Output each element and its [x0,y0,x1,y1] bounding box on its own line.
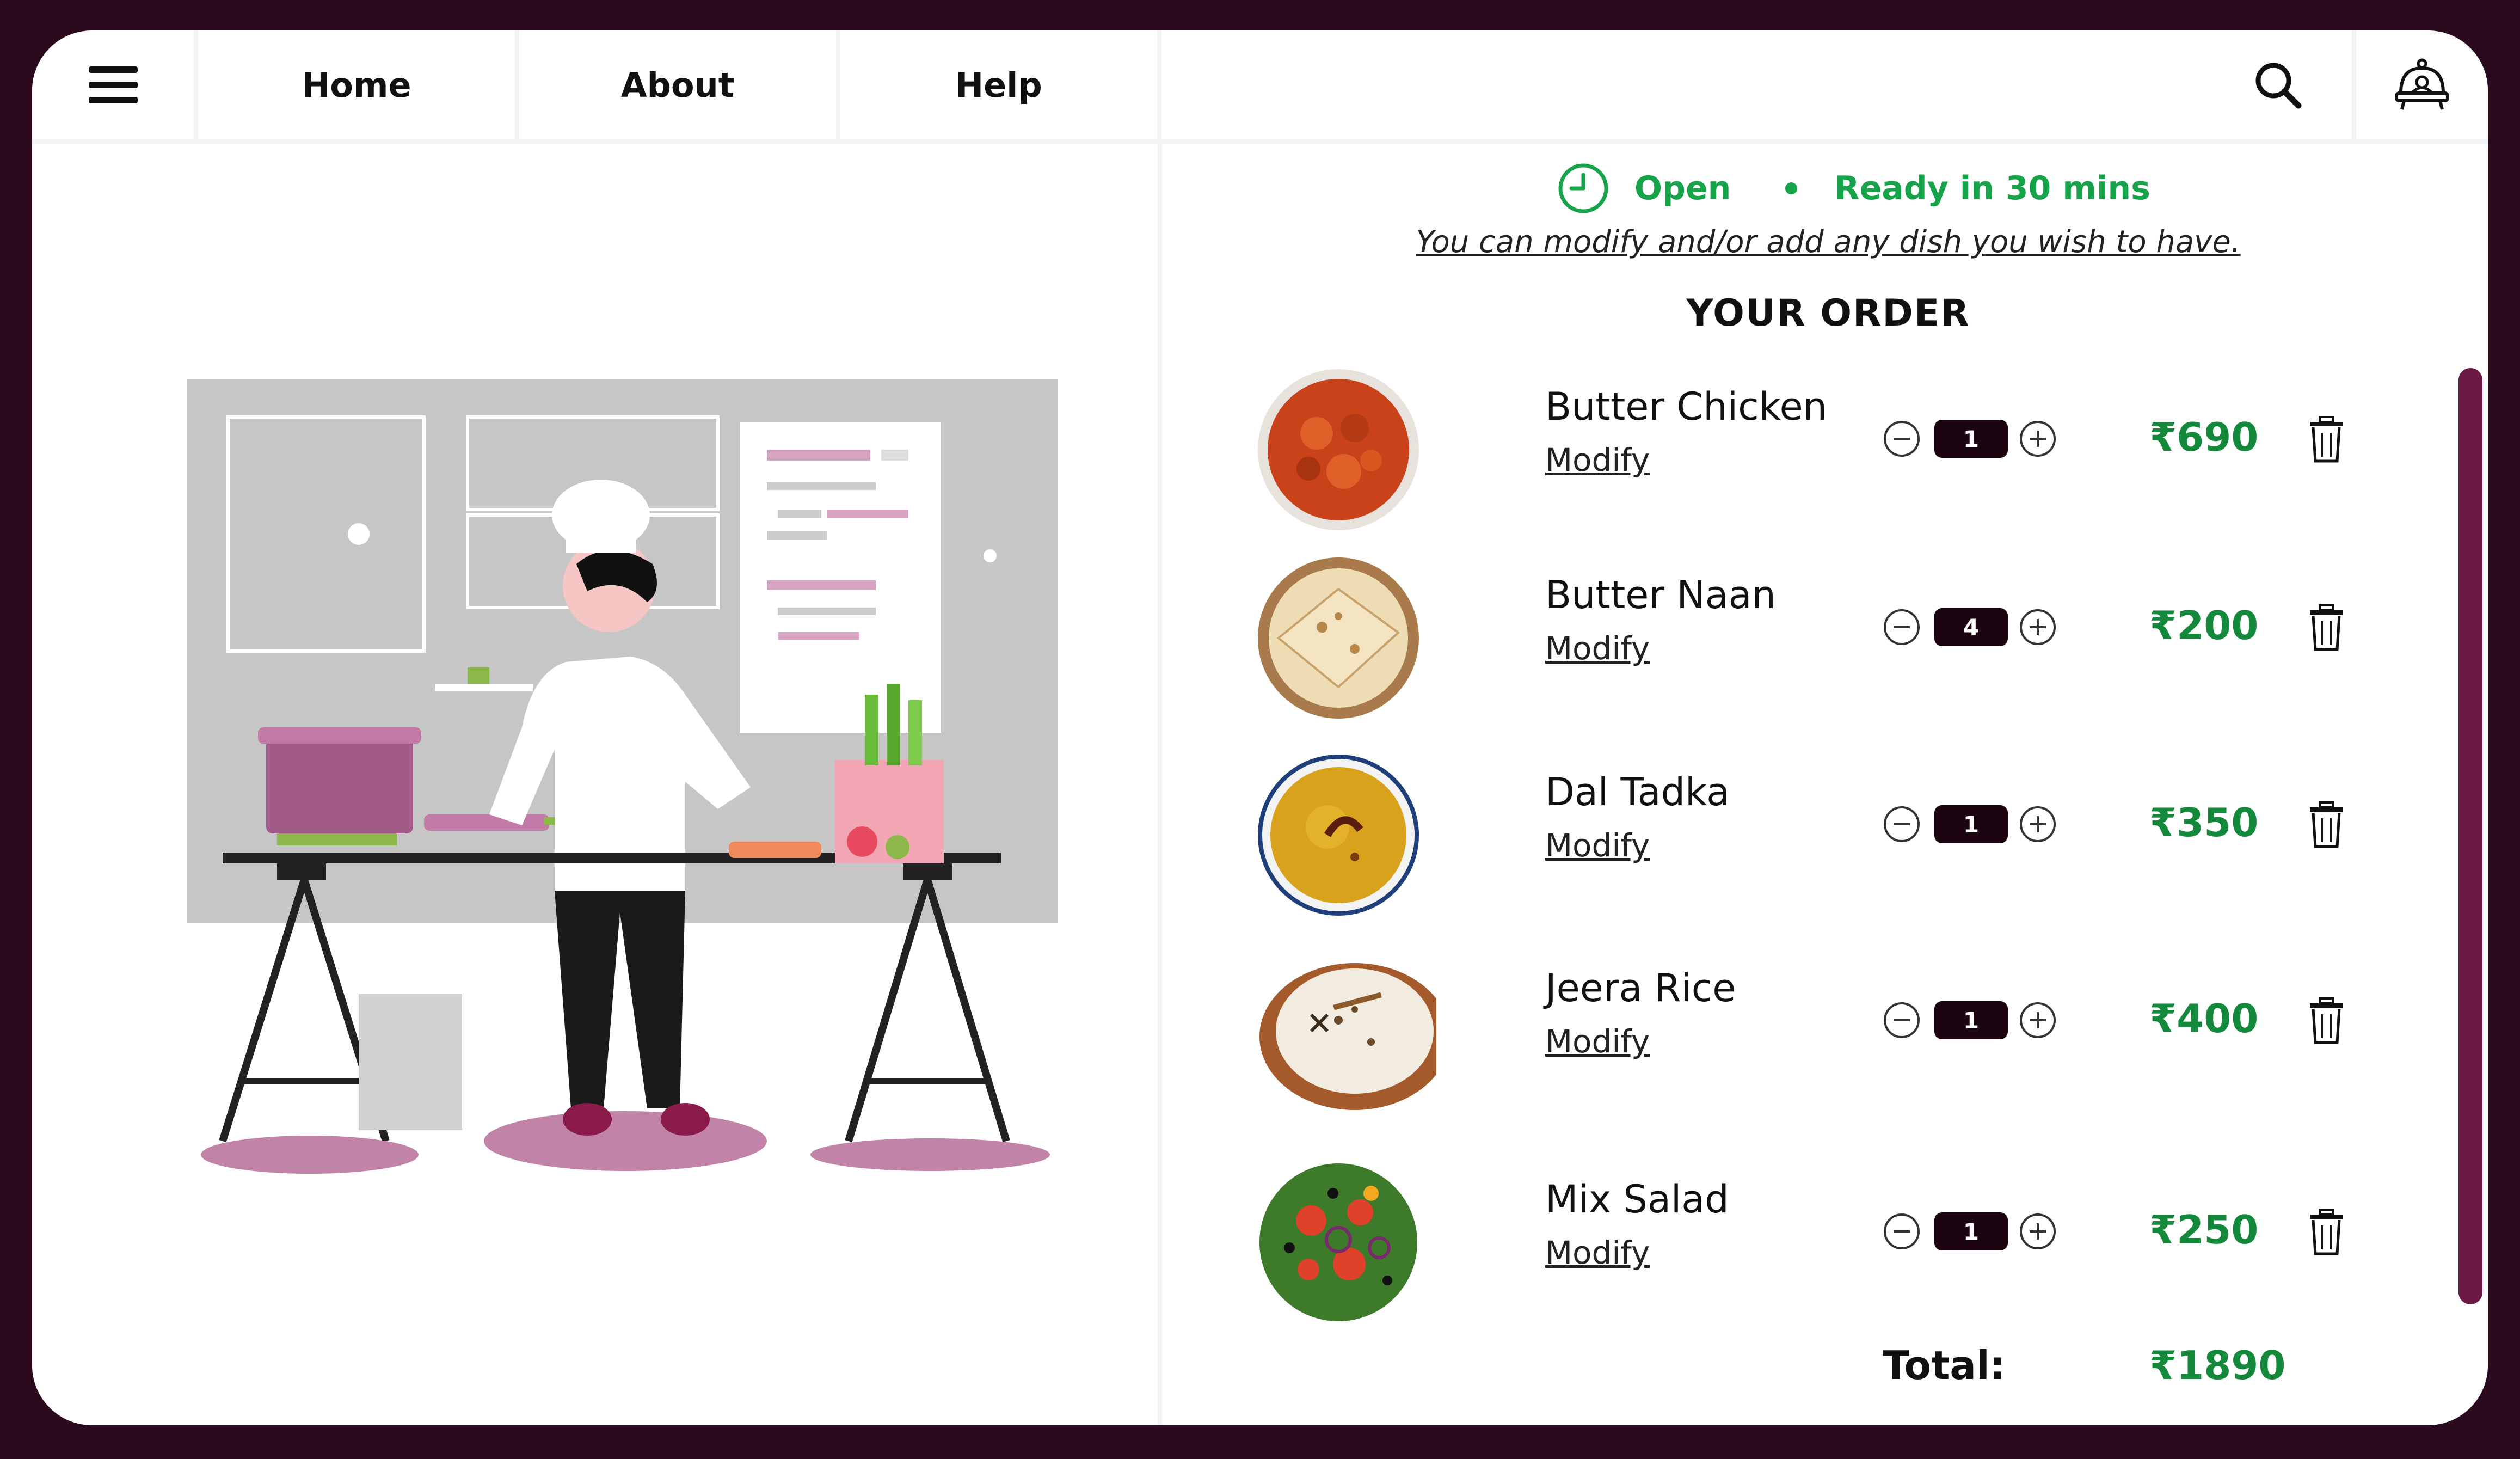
trash-icon[interactable] [2304,800,2348,849]
minus-circle-icon[interactable] [1883,420,1921,458]
trash-icon[interactable] [2304,603,2348,652]
butter-chicken-image [1258,369,1419,530]
modify-link[interactable]: Modify [1545,630,1650,667]
search-button[interactable] [2204,30,2356,139]
quantity-value: 1 [1934,1001,2008,1039]
order-title: YOUR ORDER [1686,292,1970,335]
order-item-butter-chicken: Butter Chicken Modify 1 ₹690 [1257,368,2373,542]
order-item-jeera-rice: Jeera Rice Modify 1 ₹400 [1257,949,2373,1124]
chef-bell-icon [2395,58,2449,110]
status-separator-dot [1785,182,1798,194]
chef-illustration [187,379,1058,1174]
plus-circle-icon[interactable] [2019,1212,2057,1250]
plus-circle-icon[interactable] [2019,608,2057,646]
plus-circle-icon[interactable] [2019,420,2057,458]
quantity-stepper: 1 [1883,417,2073,461]
minus-circle-icon[interactable] [1883,1212,1921,1250]
dal-tadka-image [1258,755,1419,916]
item-price: ₹690 [2149,414,2259,460]
app-screen: Home About Help Open Ready in 30 mins Yo… [32,30,2488,1425]
hamburger-menu-icon [88,66,138,103]
item-name: Butter Chicken [1545,384,1828,429]
trash-icon[interactable] [2304,1207,2348,1256]
menu-button[interactable] [32,30,198,139]
device-frame: Home About Help Open Ready in 30 mins Yo… [0,0,2520,1459]
nav-help[interactable]: Help [840,30,1161,139]
quantity-stepper: 4 [1883,605,2073,649]
nav-about-label: About [620,65,735,105]
nav-home[interactable]: Home [198,30,519,139]
minus-circle-icon[interactable] [1883,805,1921,843]
trash-icon[interactable] [2304,996,2348,1045]
ready-time: Ready in 30 mins [1834,169,2150,207]
quantity-value: 4 [1934,608,2008,646]
nav-help-label: Help [955,65,1042,105]
panel-divider [1158,139,1162,1425]
trash-icon[interactable] [2304,414,2348,463]
nav-home-label: Home [302,65,411,105]
item-name: Mix Salad [1545,1177,1729,1222]
total-label: Total: [1883,1342,2006,1388]
scrollbar[interactable] [2458,368,2482,1304]
order-bell-button[interactable] [2356,30,2488,139]
item-price: ₹200 [2149,603,2259,648]
butter-naan-image [1258,557,1419,719]
order-item-dal-tadka: Dal Tadka Modify 1 ₹350 [1257,753,2373,928]
item-name: Butter Naan [1545,573,1776,617]
quantity-value: 1 [1934,1212,2008,1250]
store-status: Open Ready in 30 mins [1556,161,2150,216]
header-divider [32,139,2488,144]
item-price: ₹250 [2149,1207,2259,1253]
modify-note[interactable]: You can modify and/or add any dish you w… [1175,224,2481,260]
search-icon [2255,63,2302,109]
item-price: ₹350 [2149,800,2259,845]
nav-about[interactable]: About [519,30,840,139]
minus-circle-icon[interactable] [1883,1001,1921,1039]
header-spacer [1161,30,2326,139]
quantity-stepper: 1 [1883,998,2073,1042]
clock-icon [1558,163,1608,213]
quantity-value: 1 [1934,420,2008,458]
item-name: Dal Tadka [1545,770,1730,814]
total-value: ₹1890 [2149,1342,2286,1388]
quantity-value: 1 [1934,805,2008,843]
plus-circle-icon[interactable] [2019,1001,2057,1039]
open-status: Open [1634,169,1731,207]
jeera-rice-image [1259,963,1436,1110]
minus-circle-icon[interactable] [1883,608,1921,646]
modify-link[interactable]: Modify [1545,442,1650,479]
plus-circle-icon[interactable] [2019,805,2057,843]
mix-salad-image [1259,1163,1417,1321]
order-item-mix-salad: Mix Salad Modify 1 ₹250 [1257,1161,2373,1335]
modify-link[interactable]: Modify [1545,1023,1650,1060]
order-item-butter-naan: Butter Naan Modify 4 ₹200 [1257,556,2373,731]
modify-link[interactable]: Modify [1545,827,1650,864]
top-nav: Home About Help [32,30,2488,139]
quantity-stepper: 1 [1883,802,2073,846]
quantity-stepper: 1 [1883,1210,2073,1253]
item-name: Jeera Rice [1545,966,1736,1010]
item-price: ₹400 [2149,996,2259,1041]
modify-link[interactable]: Modify [1545,1234,1650,1271]
